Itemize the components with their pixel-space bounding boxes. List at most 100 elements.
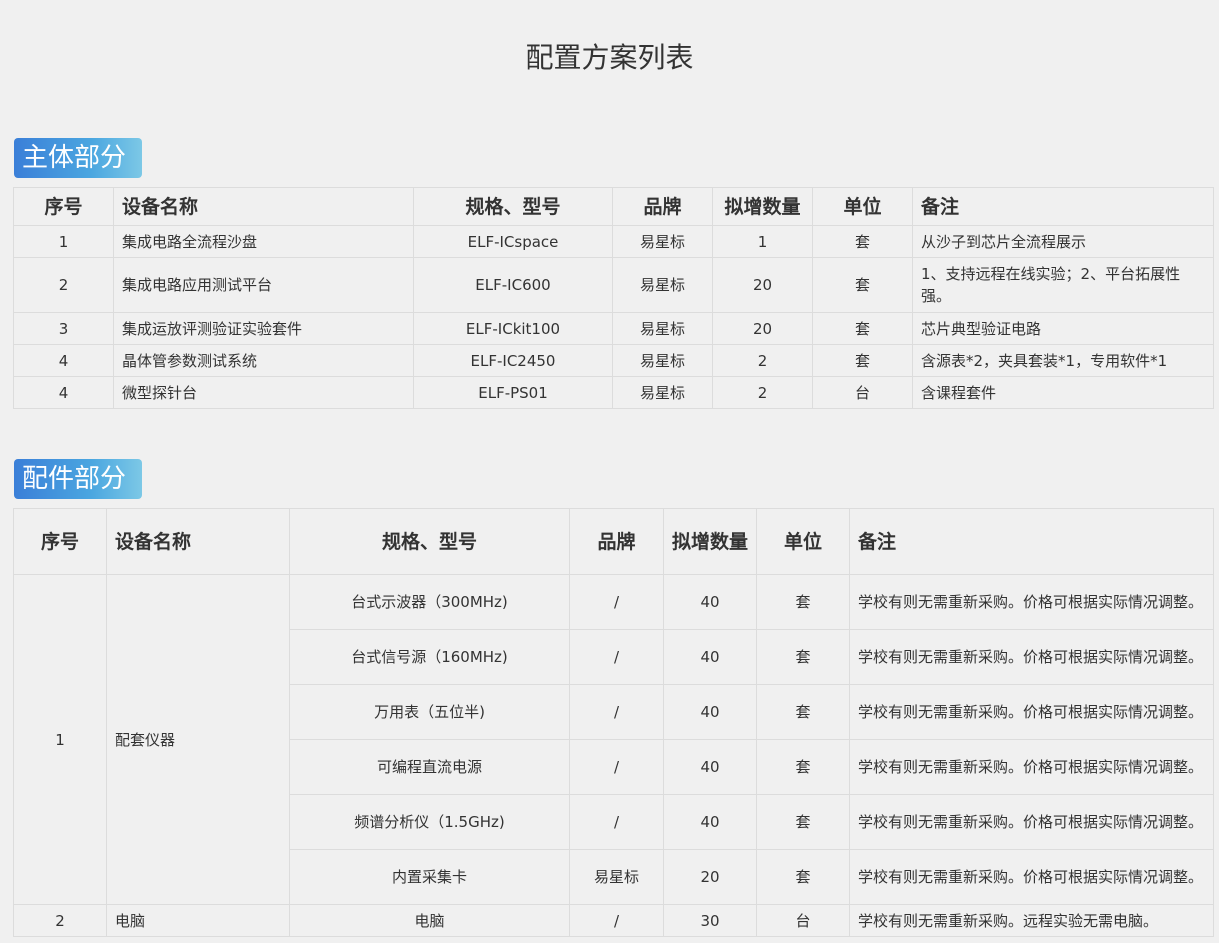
cell-model: 万用表（五位半) xyxy=(289,684,570,740)
header-name: 设备名称 xyxy=(106,508,290,575)
cell-unit: 套 xyxy=(812,344,913,377)
table-row: 3 集成运放评测验证实验套件 ELF-ICkit100 易星标 20 套 芯片典… xyxy=(13,312,1214,345)
section-title-accessory: 配件部分 xyxy=(14,459,142,499)
cell-quantity: 40 xyxy=(663,684,757,740)
header-note: 备注 xyxy=(912,187,1214,226)
cell-model: ELF-IC2450 xyxy=(413,344,613,377)
header-model: 规格、型号 xyxy=(413,187,613,226)
cell-model: 频谱分析仪（1.5GHz) xyxy=(289,794,570,850)
cell-unit: 套 xyxy=(756,849,850,905)
cell-model: 台式示波器（300MHz) xyxy=(289,574,570,630)
cell-brand: / xyxy=(569,739,664,795)
table-header-row: 序号 设备名称 规格、型号 品牌 拟增数量 单位 备注 xyxy=(13,187,1214,226)
cell-note: 学校有则无需重新采购。价格可根据实际情况调整。 xyxy=(849,739,1214,795)
header-brand: 品牌 xyxy=(612,187,713,226)
cell-note: 学校有则无需重新采购。价格可根据实际情况调整。 xyxy=(849,794,1214,850)
table-header-row: 序号 设备名称 规格、型号 品牌 拟增数量 单位 备注 xyxy=(13,508,1214,575)
cell-brand: / xyxy=(569,904,664,937)
cell-name: 集成运放评测验证实验套件 xyxy=(113,312,414,345)
cell-note: 学校有则无需重新采购。价格可根据实际情况调整。 xyxy=(849,849,1214,905)
header-quantity: 拟增数量 xyxy=(712,187,813,226)
cell-brand: 易星标 xyxy=(612,376,713,409)
table-row: 1 配套仪器 台式示波器（300MHz) / 40 套 学校有则无需重新采购。价… xyxy=(13,574,1214,905)
header-index: 序号 xyxy=(13,187,114,226)
cell-name: 集成电路应用测试平台 xyxy=(113,257,414,313)
cell-brand: 易星标 xyxy=(612,225,713,258)
cell-brand: / xyxy=(569,629,664,685)
cell-unit: 套 xyxy=(756,794,850,850)
cell-note: 1、支持远程在线实验；2、平台拓展性强。 xyxy=(912,257,1214,313)
cell-unit: 台 xyxy=(756,904,850,937)
header-quantity: 拟增数量 xyxy=(663,508,757,575)
cell-note: 含课程套件 xyxy=(912,376,1214,409)
cell-brand: 易星标 xyxy=(612,257,713,313)
cell-model: 内置采集卡 xyxy=(289,849,570,905)
cell-quantity: 2 xyxy=(712,376,813,409)
cell-index: 1 xyxy=(13,225,114,258)
header-name: 设备名称 xyxy=(113,187,414,226)
cell-unit: 套 xyxy=(812,225,913,258)
header-model: 规格、型号 xyxy=(289,508,570,575)
cell-quantity: 20 xyxy=(663,849,757,905)
cell-name: 晶体管参数测试系统 xyxy=(113,344,414,377)
cell-name: 配套仪器 xyxy=(106,574,290,905)
cell-model: 电脑 xyxy=(289,904,570,937)
cell-note: 学校有则无需重新采购。价格可根据实际情况调整。 xyxy=(849,574,1214,630)
main-equipment-table: 序号 设备名称 规格、型号 品牌 拟增数量 单位 备注 1 集成电路全流程沙盘 … xyxy=(13,187,1214,409)
cell-model: 可编程直流电源 xyxy=(289,739,570,795)
header-unit: 单位 xyxy=(812,187,913,226)
cell-brand: 易星标 xyxy=(612,312,713,345)
header-brand: 品牌 xyxy=(569,508,664,575)
cell-note: 学校有则无需重新采购。价格可根据实际情况调整。 xyxy=(849,684,1214,740)
header-note: 备注 xyxy=(849,508,1214,575)
cell-index: 2 xyxy=(13,904,107,937)
cell-quantity: 40 xyxy=(663,794,757,850)
cell-unit: 套 xyxy=(756,739,850,795)
table-row: 4 微型探针台 ELF-PS01 易星标 2 台 含课程套件 xyxy=(13,376,1214,409)
cell-model: ELF-PS01 xyxy=(413,376,613,409)
cell-brand: 易星标 xyxy=(612,344,713,377)
cell-index: 4 xyxy=(13,376,114,409)
cell-note: 学校有则无需重新采购。远程实验无需电脑。 xyxy=(849,904,1214,937)
cell-index: 4 xyxy=(13,344,114,377)
cell-unit: 台 xyxy=(812,376,913,409)
cell-index: 1 xyxy=(13,574,107,905)
cell-quantity: 40 xyxy=(663,739,757,795)
table-row: 2 集成电路应用测试平台 ELF-IC600 易星标 20 套 1、支持远程在线… xyxy=(13,257,1214,313)
cell-model: ELF-ICspace xyxy=(413,225,613,258)
header-index: 序号 xyxy=(13,508,107,575)
cell-index: 3 xyxy=(13,312,114,345)
cell-model: ELF-ICkit100 xyxy=(413,312,613,345)
cell-index: 2 xyxy=(13,257,114,313)
cell-quantity: 30 xyxy=(663,904,757,937)
cell-quantity: 40 xyxy=(663,574,757,630)
cell-note: 芯片典型验证电路 xyxy=(912,312,1214,345)
cell-note: 含源表*2，夹具套装*1，专用软件*1 xyxy=(912,344,1214,377)
header-unit: 单位 xyxy=(756,508,850,575)
table-row: 1 集成电路全流程沙盘 ELF-ICspace 易星标 1 套 从沙子到芯片全流… xyxy=(13,225,1214,258)
section-title-main: 主体部分 xyxy=(14,138,142,178)
cell-brand: / xyxy=(569,574,664,630)
cell-brand: / xyxy=(569,794,664,850)
cell-quantity: 1 xyxy=(712,225,813,258)
table-row: 4 晶体管参数测试系统 ELF-IC2450 易星标 2 套 含源表*2，夹具套… xyxy=(13,344,1214,377)
cell-note: 学校有则无需重新采购。价格可根据实际情况调整。 xyxy=(849,629,1214,685)
cell-quantity: 20 xyxy=(712,312,813,345)
table-row: 2 电脑 电脑 / 30 台 学校有则无需重新采购。远程实验无需电脑。 xyxy=(13,904,1214,937)
cell-name: 微型探针台 xyxy=(113,376,414,409)
accessory-equipment-table: 序号 设备名称 规格、型号 品牌 拟增数量 单位 备注 1 配套仪器 台式示波器… xyxy=(13,508,1214,937)
cell-quantity: 2 xyxy=(712,344,813,377)
cell-name: 电脑 xyxy=(106,904,290,937)
cell-note: 从沙子到芯片全流程展示 xyxy=(912,225,1214,258)
cell-brand: / xyxy=(569,684,664,740)
cell-model: 台式信号源（160MHz) xyxy=(289,629,570,685)
cell-unit: 套 xyxy=(812,257,913,313)
cell-unit: 套 xyxy=(756,629,850,685)
cell-unit: 套 xyxy=(756,574,850,630)
cell-brand: 易星标 xyxy=(569,849,664,905)
cell-quantity: 20 xyxy=(712,257,813,313)
page-title: 配置方案列表 xyxy=(525,41,694,74)
cell-model: ELF-IC600 xyxy=(413,257,613,313)
cell-name: 集成电路全流程沙盘 xyxy=(113,225,414,258)
cell-unit: 套 xyxy=(756,684,850,740)
